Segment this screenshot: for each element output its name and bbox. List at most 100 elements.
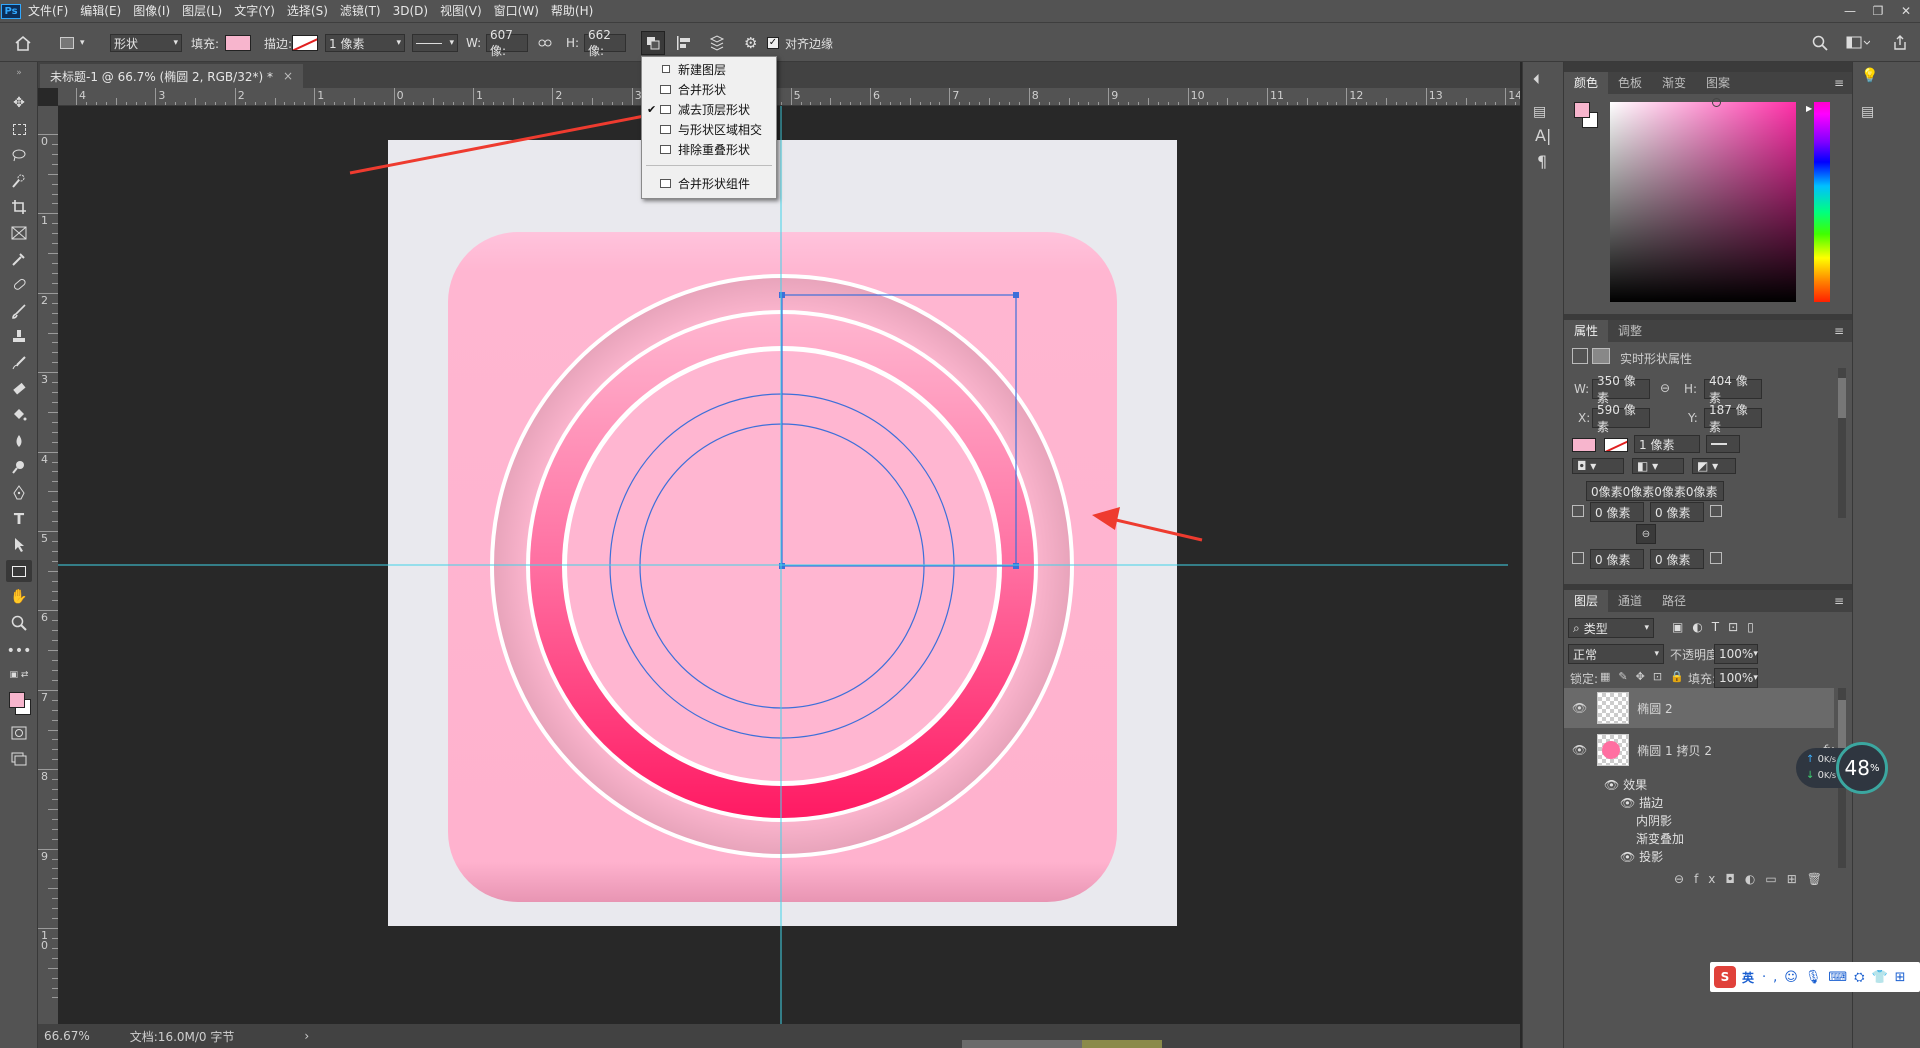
menu-item-merge-shape-components[interactable]: 合并形状组件	[642, 173, 776, 193]
color-swatches[interactable]	[6, 686, 32, 716]
menu-type[interactable]: 文字(Y)	[228, 0, 281, 22]
path-alignment-icon[interactable]	[676, 33, 692, 53]
prop-stroke-width[interactable]: 1 像素	[1634, 435, 1700, 453]
paragraph-panel-icon[interactable]: ¶	[1537, 152, 1547, 171]
prop-stroke-type[interactable]	[1706, 435, 1740, 453]
width-input[interactable]: 607 像:	[486, 28, 528, 58]
stroke-width-select[interactable]: 1 像素 ▾	[325, 33, 405, 53]
path-arrangement-icon[interactable]	[708, 33, 726, 53]
menu-item-intersect-shapes[interactable]: 与形状区域相交	[642, 119, 776, 139]
hue-marker-icon[interactable]: ▶	[1806, 104, 1812, 113]
prop-stroke-swatch[interactable]	[1604, 438, 1628, 452]
link-icon[interactable]: ⊖	[1660, 381, 1670, 395]
paint-bucket-icon[interactable]	[6, 404, 32, 426]
search-icon[interactable]	[1812, 33, 1828, 53]
prop-corners-select[interactable]: ◩ ▾	[1692, 458, 1736, 474]
hue-slider[interactable]	[1814, 102, 1830, 302]
tab-patterns[interactable]: 图案	[1696, 72, 1740, 94]
quick-select-tool-icon[interactable]	[6, 170, 32, 192]
dodge-tool-icon[interactable]	[6, 456, 32, 478]
clone-stamp-icon[interactable]	[6, 326, 32, 348]
quick-mask-icon[interactable]	[6, 722, 32, 744]
marquee-tool-icon[interactable]	[6, 118, 32, 140]
shape-mode-select[interactable]: 形状 ▾	[110, 33, 182, 53]
eye-icon[interactable]: 👁	[1572, 701, 1587, 715]
corner-radius-bl[interactable]: 0 像素	[1590, 549, 1644, 569]
effect-inner-shadow[interactable]: 内阴影	[1636, 812, 1672, 829]
sogou-logo-icon[interactable]: S	[1714, 966, 1736, 988]
history-brush-icon[interactable]	[6, 352, 32, 374]
menu-window[interactable]: 窗口(W)	[488, 0, 545, 22]
anchor-point[interactable]	[779, 292, 785, 298]
status-menu-arrow[interactable]: ›	[304, 1029, 309, 1043]
eye-icon[interactable]: 👁	[1620, 850, 1635, 864]
corner-radius-br[interactable]: 0 像素	[1650, 549, 1704, 569]
layer-filter-select[interactable]: ⌕ 类型 ▾	[1568, 618, 1654, 638]
tab-paths[interactable]: 路径	[1652, 590, 1696, 612]
tab-swatches[interactable]: 色板	[1608, 72, 1652, 94]
menu-item-exclude-overlap[interactable]: 排除重叠形状	[642, 139, 776, 159]
menu-3d[interactable]: 3D(D)	[387, 0, 434, 22]
tab-properties[interactable]: 属性	[1564, 320, 1609, 342]
align-edges-checkbox[interactable]: ✓	[767, 33, 779, 53]
panel-menu-icon[interactable]: ≡	[1834, 324, 1844, 338]
link-icon[interactable]	[538, 33, 552, 53]
crop-tool-icon[interactable]	[6, 196, 32, 218]
history-panel-icon[interactable]: ⏴	[1533, 72, 1540, 88]
lasso-tool-icon[interactable]	[6, 144, 32, 166]
fill-swatch[interactable]	[225, 33, 251, 53]
canvas-area[interactable]	[58, 106, 1520, 1024]
effects-header[interactable]: 👁 效果	[1604, 776, 1647, 793]
path-operations-icon[interactable]	[641, 31, 665, 55]
color-panel-swatches[interactable]	[1574, 102, 1598, 130]
effect-stroke[interactable]: 👁 描边	[1620, 794, 1663, 811]
eye-icon[interactable]: 👁	[1572, 743, 1587, 757]
minimize-icon[interactable]: —	[1836, 0, 1864, 22]
menu-image[interactable]: 图像(I)	[127, 0, 176, 22]
restore-icon[interactable]: ❐	[1864, 0, 1892, 22]
default-colors-icon[interactable]: ▣ ⇄	[6, 664, 32, 686]
prop-fill-swatch[interactable]	[1572, 438, 1596, 452]
more-tools-icon[interactable]: •••	[6, 640, 32, 662]
move-tool-icon[interactable]: ✥	[6, 92, 32, 114]
character-panel-icon[interactable]: A|	[1535, 126, 1551, 145]
workspace-icon[interactable]	[1846, 33, 1870, 53]
tab-color[interactable]: 颜色	[1564, 72, 1609, 94]
prop-caps-select[interactable]: ◧ ▾	[1632, 458, 1684, 474]
tool-preset-picker[interactable]: ▾	[60, 33, 85, 53]
menu-view[interactable]: 视图(V)	[434, 0, 488, 22]
prop-x-input[interactable]: 590 像素	[1592, 403, 1650, 434]
blend-mode-select[interactable]: 正常 ▾	[1568, 644, 1664, 664]
cpu-usage-badge[interactable]: 48%	[1836, 742, 1888, 794]
color-field[interactable]	[1610, 98, 1796, 302]
home-icon[interactable]	[14, 33, 32, 53]
anchor-point[interactable]	[779, 563, 785, 569]
path-selection-icon[interactable]	[6, 534, 32, 556]
tab-adjustments[interactable]: 调整	[1608, 320, 1652, 342]
scrollbar[interactable]	[1838, 368, 1846, 518]
zoom-tool-icon[interactable]	[6, 612, 32, 634]
prop-height-input[interactable]: 404 像素	[1704, 374, 1762, 405]
menu-layer[interactable]: 图层(L)	[176, 0, 228, 22]
learn-icon[interactable]: 💡	[1861, 68, 1878, 84]
tab-gradients[interactable]: 渐变	[1652, 72, 1696, 94]
effect-gradient-overlay[interactable]: 渐变叠加	[1636, 830, 1684, 847]
eye-icon[interactable]: 👁	[1604, 778, 1619, 792]
corner-radius-tl[interactable]: 0 像素	[1590, 502, 1644, 522]
document-tab[interactable]: 未标题-1 @ 66.7% (椭圆 2, RGB/32*) * ×	[40, 64, 304, 88]
effect-drop-shadow[interactable]: 👁 投影	[1620, 848, 1663, 865]
eyedropper-tool-icon[interactable]	[6, 248, 32, 270]
menu-item-combine-shapes[interactable]: 合并形状	[642, 79, 776, 99]
close-icon[interactable]: ✕	[1892, 0, 1920, 22]
comments-icon[interactable]: ▤	[1861, 104, 1874, 120]
collapse-tools-icon[interactable]: »	[6, 62, 32, 84]
frame-tool-icon[interactable]	[6, 222, 32, 244]
height-input[interactable]: 662 像:	[584, 28, 626, 58]
pen-tool-icon[interactable]	[6, 482, 32, 504]
screen-mode-icon[interactable]	[6, 748, 32, 770]
panel-menu-icon[interactable]: ≡	[1834, 76, 1844, 90]
gear-icon[interactable]: ⚙	[744, 33, 757, 53]
menu-select[interactable]: 选择(S)	[281, 0, 334, 22]
fill-input[interactable]: 100% ▾	[1714, 668, 1758, 688]
tab-layers[interactable]: 图层	[1564, 590, 1609, 612]
